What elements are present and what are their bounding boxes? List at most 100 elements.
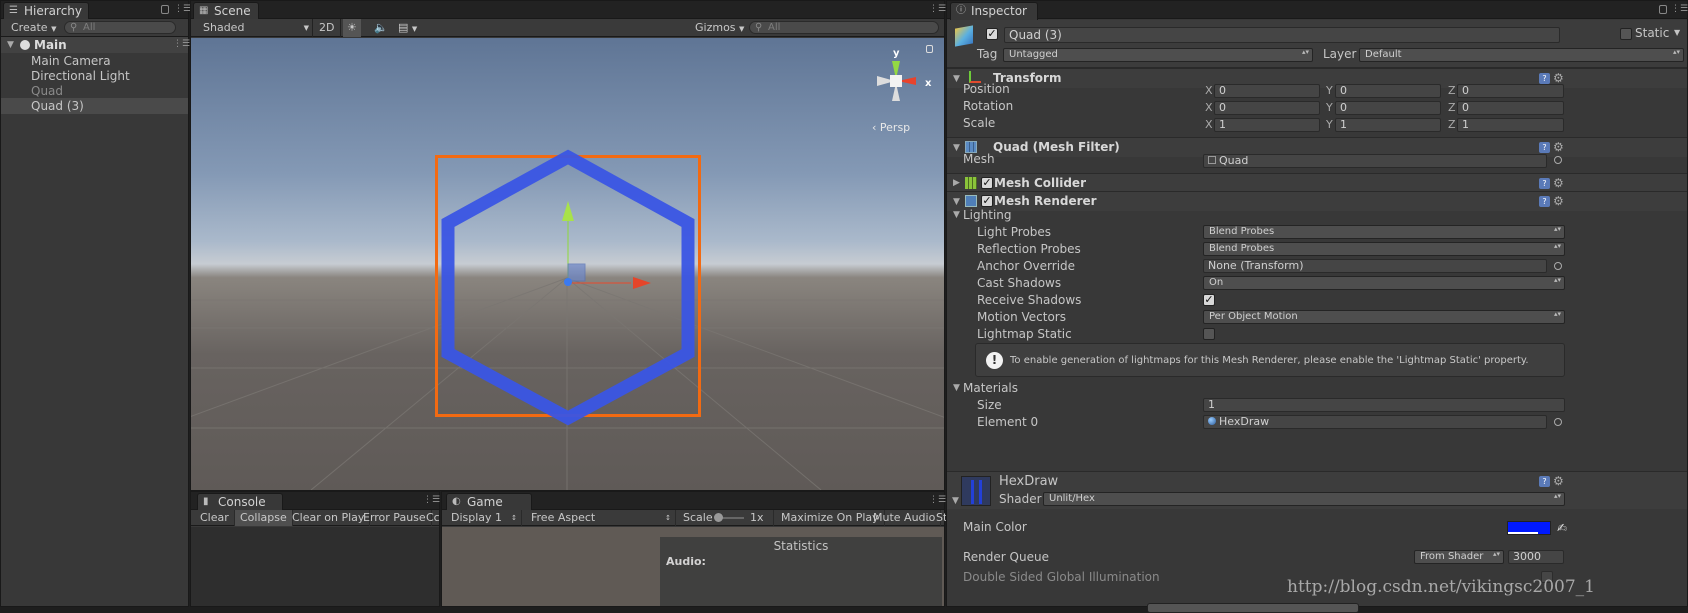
render-queue-mode-dropdown[interactable]: From Shader (1414, 550, 1504, 564)
render-queue-field[interactable]: 3000 (1508, 550, 1564, 564)
help-icon[interactable]: ? (1539, 476, 1550, 487)
sun-icon: ☀ (347, 21, 357, 34)
lighting-toggle-button[interactable]: ☀ (343, 19, 361, 37)
tag-dropdown[interactable]: Untagged (1003, 48, 1313, 62)
fold-arrow-icon[interactable]: ▼ (953, 197, 960, 207)
hierarchy-item[interactable]: Main Camera (1, 53, 188, 69)
persp-label: Persp (879, 121, 911, 134)
add-component-button[interactable] (1147, 603, 1359, 613)
help-icon[interactable]: ? (1539, 178, 1550, 189)
create-button[interactable]: Create ▼ (7, 19, 60, 37)
lightmap-static-checkbox[interactable] (1203, 328, 1215, 340)
mesh-collider-enabled-checkbox[interactable]: ✓ (981, 177, 993, 189)
materials-label: Materials (963, 381, 1019, 395)
effects-toggle-button[interactable]: ▤ ▼ (394, 19, 421, 37)
help-icon[interactable]: ? (1539, 142, 1550, 153)
orientation-gizmo[interactable]: y x (855, 46, 944, 126)
gizmos-dropdown[interactable]: Gizmos ▼ (691, 19, 748, 37)
panel-menu-icon[interactable]: ⋮☰ (423, 496, 440, 505)
hierarchy-item-selected[interactable]: Quad (3) (1, 98, 188, 114)
panel-menu-icon[interactable]: ⋮☰ (174, 5, 191, 14)
double-sided-gi-label: Double Sided Global Illumination (963, 570, 1160, 584)
fold-arrow-icon[interactable]: ▼ (952, 496, 959, 506)
lock-icon[interactable] (161, 5, 169, 14)
shading-mode-dropdown[interactable]: Shaded ▼ (199, 19, 311, 37)
gear-icon[interactable]: ⚙ (1553, 475, 1564, 487)
scale-y-field[interactable]: 1 (1335, 118, 1441, 132)
expand-arrow-icon[interactable]: ▼ (7, 37, 14, 53)
object-name-field[interactable]: Quad (3) (1004, 27, 1560, 43)
position-x-field[interactable]: 0 (1214, 84, 1320, 98)
static-checkbox[interactable] (1620, 28, 1632, 40)
dropdown-arrow-icon[interactable]: ▼ (1674, 28, 1680, 37)
game-view[interactable]: Statistics Audio: (442, 527, 944, 606)
hierarchy-search-input[interactable]: ⚲ All (64, 21, 176, 34)
scale-slider-group[interactable]: Scale 1x (678, 510, 774, 526)
position-z-field[interactable]: 0 (1457, 84, 1564, 98)
element0-material-field[interactable]: HexDraw (1203, 415, 1547, 429)
reflection-probes-dropdown[interactable]: Blend Probes (1203, 242, 1565, 256)
lighting-foldout[interactable]: ▼ Lighting (947, 207, 1687, 223)
object-picker-icon[interactable] (1554, 156, 1562, 164)
fold-arrow-icon[interactable]: ▼ (953, 143, 960, 153)
tab-console[interactable]: ▮ Console (197, 493, 283, 511)
main-color-swatch[interactable] (1507, 521, 1551, 535)
scene-viewport[interactable]: y x ‹ Persp (191, 38, 944, 490)
eyedropper-icon[interactable]: ✍ (1557, 520, 1567, 536)
persp-toggle[interactable]: ‹ Persp (872, 121, 910, 134)
object-picker-icon[interactable] (1554, 418, 1562, 426)
help-icon[interactable]: ? (1539, 196, 1550, 207)
lock-icon[interactable] (1659, 5, 1667, 14)
shader-dropdown[interactable]: Unlit/Hex (1043, 492, 1565, 506)
mesh-object-field[interactable]: Quad (1203, 154, 1547, 168)
scale-x-field[interactable]: 1 (1214, 118, 1320, 132)
mesh-collider-header[interactable]: ▶ ✓ Mesh Collider ? ⚙ (947, 173, 1687, 193)
tab-game[interactable]: ◐ Game (446, 493, 532, 511)
material-header[interactable]: ▼ HexDraw Shader Unlit/Hex ? ⚙ (947, 471, 1687, 509)
rotation-x-field[interactable]: 0 (1214, 101, 1320, 115)
light-probes-dropdown[interactable]: Blend Probes (1203, 225, 1565, 239)
materials-size-field[interactable]: 1 (1203, 398, 1565, 412)
dropdown-arrow-icon: ▼ (411, 25, 418, 33)
audio-toggle-button[interactable]: 🔈 (370, 19, 392, 37)
hierarchy-item[interactable]: Quad (1, 83, 188, 99)
gear-icon[interactable]: ⚙ (1553, 141, 1564, 153)
gear-icon[interactable]: ⚙ (1553, 195, 1564, 207)
2d-toggle-button[interactable]: 2D (312, 19, 342, 37)
rotation-z-field[interactable]: 0 (1457, 101, 1564, 115)
object-picker-icon[interactable] (1554, 262, 1562, 270)
tab-inspector[interactable]: ⓘ Inspector (950, 2, 1038, 20)
materials-foldout[interactable]: ▼ Materials (947, 380, 1687, 396)
tab-hierarchy[interactable]: ☰ Hierarchy (3, 2, 89, 20)
fold-arrow-icon[interactable]: ▼ (953, 380, 960, 396)
active-checkbox[interactable]: ✓ (986, 28, 998, 40)
console-log-area[interactable] (191, 527, 439, 606)
hierarchy-item[interactable]: Directional Light (1, 68, 188, 84)
receive-shadows-checkbox[interactable]: ✓ (1203, 294, 1215, 306)
fold-arrow-icon[interactable]: ▼ (953, 207, 960, 223)
clear-button[interactable]: Clear (195, 510, 235, 526)
scene-search-input[interactable]: ⚲ All (749, 21, 939, 34)
motion-vectors-dropdown[interactable]: Per Object Motion (1203, 310, 1565, 324)
rotation-y-field[interactable]: 0 (1335, 101, 1441, 115)
fold-arrow-right-icon[interactable]: ▶ (953, 178, 960, 188)
move-gizmo[interactable] (191, 38, 944, 490)
mesh-renderer-enabled-checkbox[interactable]: ✓ (981, 195, 993, 207)
display-dropdown[interactable]: Display 1 ↕ (446, 510, 522, 526)
gear-icon[interactable]: ⚙ (1553, 177, 1564, 189)
tab-scene[interactable]: ▦ Scene (193, 2, 259, 20)
scale-z-field[interactable]: 1 (1457, 118, 1564, 132)
scale-slider-thumb[interactable] (714, 513, 723, 522)
cast-shadows-dropdown[interactable]: On (1203, 276, 1565, 290)
anchor-override-field[interactable]: None (Transform) (1203, 259, 1547, 273)
lock-icon[interactable] (926, 45, 933, 53)
panel-menu-icon[interactable]: ⋮☰ (1671, 5, 1688, 14)
scene-row[interactable]: ▼ Main ⋮☰ (1, 37, 190, 53)
layer-dropdown[interactable]: Default (1359, 48, 1684, 62)
position-y-field[interactable]: 0 (1335, 84, 1441, 98)
aspect-dropdown[interactable]: Free Aspect ↕ (526, 510, 676, 526)
panel-menu-icon[interactable]: ⋮☰ (929, 496, 946, 505)
scene-menu-icon[interactable]: ⋮☰ (173, 40, 190, 49)
panel-menu-icon[interactable]: ⋮☰ (929, 5, 946, 14)
collapse-button[interactable]: Collapse (235, 510, 293, 526)
